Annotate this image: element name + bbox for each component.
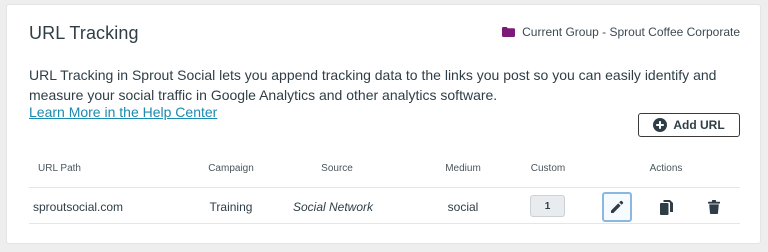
table-row: sproutsocial.com Training Social Network… [7, 191, 760, 223]
url-tracking-card: URL Tracking Current Group - Sprout Coff… [6, 4, 761, 244]
column-header-campaign: Campaign [208, 163, 254, 174]
url-path-cell: sproutsocial.com [33, 200, 124, 214]
column-header-source: Source [321, 163, 353, 174]
add-url-label: Add URL [673, 118, 725, 132]
folder-icon [502, 27, 516, 37]
medium-cell: social [447, 200, 479, 214]
pencil-icon [610, 200, 624, 214]
column-header-medium: Medium [445, 163, 481, 174]
add-url-button[interactable]: Add URL [638, 113, 740, 137]
edit-button[interactable] [602, 192, 632, 222]
custom-count-value: 1 [544, 200, 551, 212]
copy-button[interactable] [651, 192, 681, 222]
delete-button[interactable] [699, 192, 729, 222]
campaign-cell: Training [209, 200, 253, 214]
column-header-custom: Custom [530, 163, 566, 174]
help-center-link[interactable]: Learn More in the Help Center [29, 104, 217, 120]
description-text: URL Tracking in Sprout Social lets you a… [29, 67, 717, 103]
column-header-actions: Actions [649, 163, 683, 174]
page-title: URL Tracking [29, 23, 139, 43]
copy-icon [659, 199, 673, 215]
row-divider [29, 223, 740, 224]
column-header-url-path: URL Path [38, 163, 81, 174]
plus-circle-icon [653, 118, 668, 132]
source-cell: Social Network [292, 200, 374, 214]
custom-count-badge[interactable]: 1 [530, 195, 565, 217]
table-header: URL Path Campaign Source Medium Custom A… [7, 163, 760, 183]
header-divider [29, 187, 740, 188]
current-group-indicator: Current Group - Sprout Coffee Corporate [502, 25, 740, 39]
trash-icon [708, 200, 720, 214]
current-group-label: Current Group - Sprout Coffee Corporate [522, 25, 740, 39]
